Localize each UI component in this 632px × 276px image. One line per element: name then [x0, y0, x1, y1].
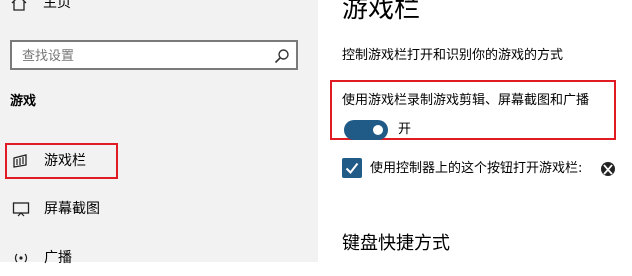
sidebar-item-home[interactable]: 主页: [0, 0, 318, 30]
record-toggle-switch[interactable]: [344, 120, 388, 140]
search-input[interactable]: [22, 47, 262, 65]
controller-button-option[interactable]: 使用控制器上的这个按钮打开游戏栏:: [342, 158, 632, 182]
toggle-knob: [373, 125, 383, 135]
group-label: 游戏: [10, 94, 37, 109]
checkmark-icon: [345, 162, 359, 175]
screen-capture-icon: [12, 201, 30, 217]
main-content: 游戏栏 控制游戏栏打开和识别你的游戏的方式 使用游戏栏录制游戏剪辑、屏幕截图和广…: [318, 0, 632, 262]
sidebar-item-broadcast[interactable]: 广播: [0, 240, 318, 276]
sidebar-item-screen-capture[interactable]: 屏幕截图: [0, 191, 318, 227]
controller-button-checkbox[interactable]: [342, 158, 362, 178]
page-title: 游戏栏: [342, 0, 421, 24]
page-description: 控制游戏栏打开和识别你的游戏的方式: [342, 48, 564, 63]
toggle-state: 开: [398, 122, 412, 137]
sidebar-item-label: 广播: [44, 250, 72, 266]
xbox-icon: [600, 161, 616, 177]
broadcast-icon: [12, 250, 30, 266]
section-title: 键盘快捷方式: [342, 233, 450, 254]
sidebar-item-label: 游戏栏: [44, 153, 86, 169]
search-box[interactable]: [10, 40, 298, 70]
checkbox-label: 使用控制器上的这个按钮打开游戏栏:: [370, 161, 583, 176]
record-toggle-card: 使用游戏栏录制游戏剪辑、屏幕截图和广播 开: [330, 80, 616, 140]
sidebar-item-label: 主页: [43, 0, 71, 11]
sidebar: 主页 游戏 游戏栏 屏幕截图: [0, 0, 318, 266]
toggle-label: 使用游戏栏录制游戏剪辑、屏幕截图和广播: [342, 93, 590, 108]
game-bar-icon: [12, 153, 30, 169]
home-icon: [10, 0, 28, 12]
sidebar-item-label: 屏幕截图: [44, 201, 100, 217]
sidebar-item-game-bar[interactable]: 游戏栏: [0, 143, 318, 179]
search-icon[interactable]: [274, 48, 290, 64]
